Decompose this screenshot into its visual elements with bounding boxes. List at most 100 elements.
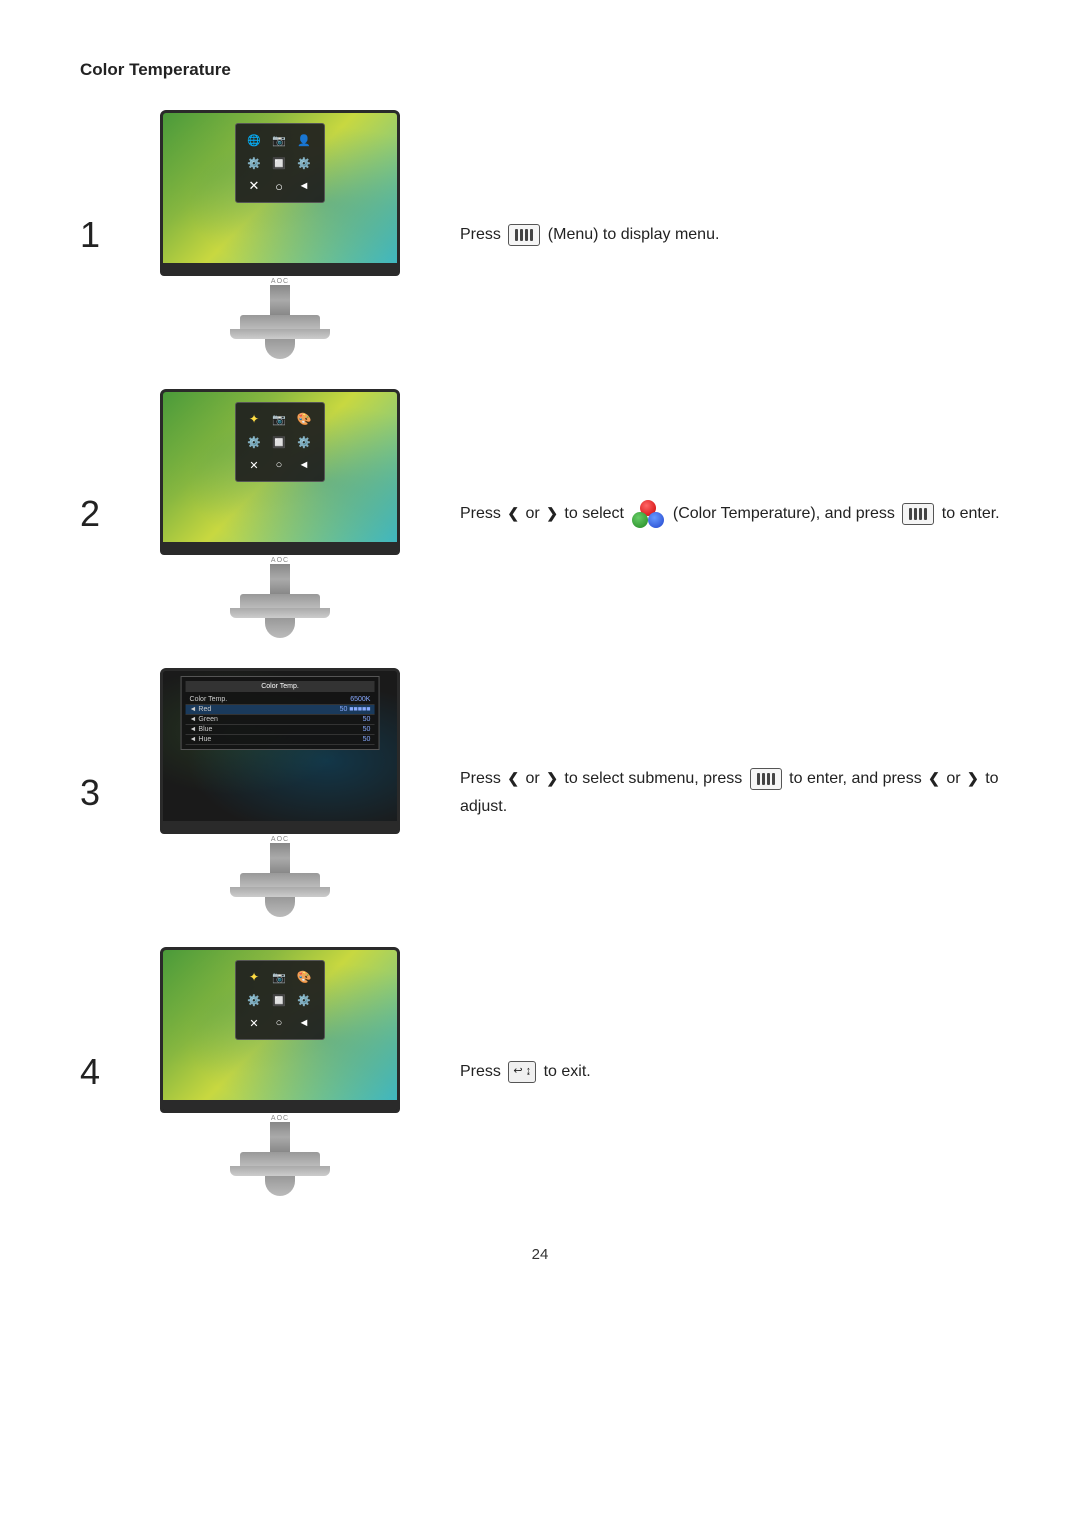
icon-gear1: ⚙️ — [244, 153, 264, 173]
monitor-neck-2 — [270, 564, 290, 594]
monitor-base-bottom-3 — [230, 887, 330, 897]
or-text-2: or — [526, 505, 540, 522]
monitor-frame-2: ✦ 📷 🎨 ⚙️ 🔲 ⚙️ ✕ ○ ◄ — [160, 389, 400, 555]
aoc-label-4: AOC — [271, 1115, 289, 1122]
aoc-label-3: AOC — [271, 836, 289, 843]
monitor-base-top-1 — [240, 315, 320, 329]
monitor-neck-4 — [270, 1122, 290, 1152]
or-text-3b: or — [946, 770, 960, 787]
step-3-row: 3 Color Temp. Color Temp. 6500K ◄ Red — [80, 668, 1000, 917]
step-1-monitor: 🌐 📷 👤 ⚙️ 🔲 ⚙️ ✕ ○ ◄ — [140, 110, 420, 359]
step-2-number: 2 — [80, 493, 130, 535]
step-2-description: Press ❮ or ❯ to select (Color Temperatur… — [460, 500, 1000, 528]
step-4-description: Press ↩ ↨ to exit. — [460, 1058, 1000, 1085]
submenu-row-3: ◄ Blue 50 — [186, 725, 375, 735]
monitor-base-top-2 — [240, 594, 320, 608]
submenu-row-4: ◄ Hue 50 — [186, 735, 375, 745]
chevron-right-3a: ❯ — [546, 767, 558, 791]
aoc-label-1: AOC — [271, 278, 289, 285]
monitor-frame-1: 🌐 📷 👤 ⚙️ 🔲 ⚙️ ✕ ○ ◄ — [160, 110, 400, 276]
monitor-screen-2: ✦ 📷 🎨 ⚙️ 🔲 ⚙️ ✕ ○ ◄ — [163, 392, 397, 542]
menu-button-2 — [902, 503, 934, 525]
page-container: Color Temperature 1 🌐 📷 👤 ⚙️ 🔲 — [0, 0, 1080, 1323]
submenu-overlay: Color Temp. Color Temp. 6500K ◄ Red 50 ■… — [181, 676, 380, 750]
monitor-base-top-4 — [240, 1152, 320, 1166]
menu-overlay-2: ✦ 📷 🎨 ⚙️ 🔲 ⚙️ ✕ ○ ◄ — [235, 402, 325, 482]
monitor-frame-3: Color Temp. Color Temp. 6500K ◄ Red 50 ■… — [160, 668, 400, 834]
aoc-label-2: AOC — [271, 557, 289, 564]
monitor-neck-1 — [270, 285, 290, 315]
step-4-row: 4 ✦ 📷 🎨 ⚙️ 🔲 ⚙️ ✕ — [80, 947, 1000, 1196]
step-2-monitor: ✦ 📷 🎨 ⚙️ 🔲 ⚙️ ✕ ○ ◄ — [140, 389, 420, 638]
icon4-box: 🔲 — [269, 990, 289, 1010]
monitor-base-top-3 — [240, 873, 320, 887]
monitor-screen-3: Color Temp. Color Temp. 6500K ◄ Red 50 ■… — [163, 671, 397, 821]
icon4-color: 🎨 — [294, 967, 314, 987]
icon4-x: ✕ — [244, 1013, 264, 1033]
menu-button-1 — [508, 224, 540, 246]
icon2-circle: ○ — [269, 455, 289, 475]
step-1-row: 1 🌐 📷 👤 ⚙️ 🔲 ⚙️ ✕ — [80, 110, 1000, 359]
icon2-back: ◄ — [294, 455, 314, 475]
monitor-base-bottom-1 — [230, 329, 330, 339]
icon2-gear: ⚙️ — [244, 432, 264, 452]
icon4-gear2: ⚙️ — [294, 990, 314, 1010]
menu-grid-4: ✦ 📷 🎨 ⚙️ 🔲 ⚙️ ✕ ○ ◄ — [244, 967, 316, 1033]
icon4-cam: 📷 — [269, 967, 289, 987]
menu-overlay-1: 🌐 📷 👤 ⚙️ 🔲 ⚙️ ✕ ○ ◄ — [235, 123, 325, 203]
chevron-right-3b: ❯ — [967, 767, 979, 791]
to-text-3: to — [789, 770, 802, 787]
icon-back: ◄ — [294, 176, 314, 196]
monitor-screen-4: ✦ 📷 🎨 ⚙️ 🔲 ⚙️ ✕ ○ ◄ — [163, 950, 397, 1100]
menu-button-3 — [750, 768, 782, 790]
icon-x: ✕ — [244, 176, 264, 196]
icon-globe: 🌐 — [244, 130, 264, 150]
step-3-number: 3 — [80, 772, 130, 814]
step-3-description: Press ❮ or ❯ to select submenu, press to… — [460, 765, 1000, 819]
icon-user: 👤 — [294, 130, 314, 150]
icon4-back: ◄ — [294, 1013, 314, 1033]
icon2-gear2: ⚙️ — [294, 432, 314, 452]
icon4-star: ✦ — [244, 967, 264, 987]
menu-grid-1: 🌐 📷 👤 ⚙️ 🔲 ⚙️ ✕ ○ ◄ — [244, 130, 316, 196]
icon-box: 🔲 — [269, 153, 289, 173]
step-1-number: 1 — [80, 214, 130, 256]
monitor-foot-1 — [265, 339, 295, 359]
icon2-box: 🔲 — [269, 432, 289, 452]
monitor-base-bottom-4 — [230, 1166, 330, 1176]
menu-grid-2: ✦ 📷 🎨 ⚙️ 🔲 ⚙️ ✕ ○ ◄ — [244, 409, 316, 475]
circle-blue — [648, 512, 664, 528]
icon4-circle: ○ — [269, 1013, 289, 1033]
step-4-number: 4 — [80, 1051, 130, 1093]
or-text-3a: or — [526, 770, 540, 787]
monitor-neck-3 — [270, 843, 290, 873]
chevron-left-3b: ❮ — [928, 767, 940, 791]
step-4-monitor: ✦ 📷 🎨 ⚙️ 🔲 ⚙️ ✕ ○ ◄ — [140, 947, 420, 1196]
icon2-color: 🎨 — [294, 409, 314, 429]
steps-container: 1 🌐 📷 👤 ⚙️ 🔲 ⚙️ ✕ — [80, 110, 1000, 1226]
page-title: Color Temperature — [80, 60, 1000, 80]
monitor-bottom-3 — [163, 821, 397, 831]
submenu-row-0: Color Temp. 6500K — [186, 695, 375, 705]
icon-cam: 📷 — [269, 130, 289, 150]
icon4-gear: ⚙️ — [244, 990, 264, 1010]
submenu-header: Color Temp. — [186, 681, 375, 692]
exit-button: ↩ ↨ — [508, 1061, 536, 1083]
icon2-star: ✦ — [244, 409, 264, 429]
step-3-monitor: Color Temp. Color Temp. 6500K ◄ Red 50 ■… — [140, 668, 420, 917]
monitor-foot-4 — [265, 1176, 295, 1196]
step-2-row: 2 ✦ 📷 🎨 ⚙️ 🔲 ⚙️ ✕ — [80, 389, 1000, 638]
circle-green — [632, 512, 648, 528]
chevron-left-2: ❮ — [507, 502, 519, 526]
monitor-foot-2 — [265, 618, 295, 638]
monitor-bottom-2 — [163, 542, 397, 552]
monitor-bottom-4 — [163, 1100, 397, 1110]
page-number: 24 — [80, 1246, 1000, 1263]
icon-gear2: ⚙️ — [294, 153, 314, 173]
submenu-row-2: ◄ Green 50 — [186, 715, 375, 725]
monitor-foot-3 — [265, 897, 295, 917]
monitor-frame-4: ✦ 📷 🎨 ⚙️ 🔲 ⚙️ ✕ ○ ◄ — [160, 947, 400, 1113]
chevron-left-3a: ❮ — [507, 767, 519, 791]
monitor-base-bottom-2 — [230, 608, 330, 618]
chevron-right-2: ❯ — [546, 502, 558, 526]
